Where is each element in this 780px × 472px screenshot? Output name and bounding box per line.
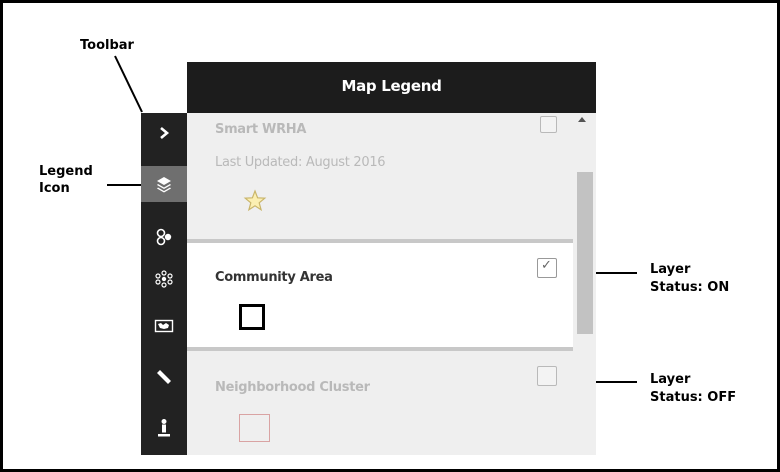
annotation-layer-on-line1: Layer — [650, 262, 691, 277]
star-icon — [243, 189, 267, 212]
network-icon — [155, 270, 173, 288]
community-area-symbol — [239, 304, 265, 330]
legend-item-title: Community Area — [215, 270, 333, 285]
cluster-icon — [156, 228, 172, 246]
toolbar-basemap-button[interactable] — [141, 308, 187, 344]
annotation-layer-off-line1: Layer — [650, 372, 691, 387]
annotation-legend-icon-line1: Legend — [39, 164, 93, 179]
annotation-legend-icon-line2: Icon — [39, 181, 70, 196]
legend-panel-body: Smart WRHA Last Updated: August 2016 Com… — [187, 113, 596, 455]
legend-item-title: Neighborhood Cluster — [215, 380, 370, 395]
annotation-layer-on-line2: Status: ON — [650, 280, 730, 295]
toolbar-measure-button[interactable] — [141, 359, 187, 395]
toolbar-network-button[interactable] — [141, 261, 187, 297]
neighborhood-cluster-symbol — [239, 414, 270, 442]
annotation-legend-pointer — [107, 184, 142, 186]
chevron-right-icon — [160, 127, 170, 139]
map-icon — [154, 319, 174, 333]
toolbar-expand-button[interactable] — [141, 115, 187, 151]
toolbar-legend-button[interactable] — [141, 166, 187, 202]
scroll-up-arrow-icon[interactable] — [578, 117, 586, 122]
legend-panel-header: Map Legend — [187, 62, 596, 113]
legend-item-smart-wrha: Smart WRHA Last Updated: August 2016 — [187, 113, 573, 239]
legend-item-community-area: Community Area ✓ — [187, 243, 573, 347]
legend-item-neighborhood-cluster: Neighborhood Cluster — [187, 351, 573, 455]
toolbar — [141, 113, 187, 455]
legend-item-subtitle: Last Updated: August 2016 — [215, 155, 386, 170]
legend-scrollbar-thumb[interactable] — [577, 172, 593, 334]
checkmark-icon: ✓ — [541, 258, 552, 273]
ruler-icon — [157, 370, 171, 384]
layer-toggle-checkbox[interactable] — [537, 366, 557, 386]
legend-panel-title: Map Legend — [341, 77, 442, 95]
layers-icon — [157, 177, 171, 193]
toolbar-location-button[interactable] — [141, 410, 187, 446]
annotation-toolbar-pointer — [114, 55, 143, 113]
location-person-icon — [158, 419, 170, 437]
annotation-layer-off-line2: Status: OFF — [650, 390, 737, 405]
layer-toggle-checkbox[interactable] — [540, 116, 557, 133]
legend-item-title: Smart WRHA — [215, 122, 307, 137]
toolbar-cluster-button[interactable] — [141, 219, 187, 255]
layer-toggle-checkbox[interactable]: ✓ — [537, 258, 557, 278]
